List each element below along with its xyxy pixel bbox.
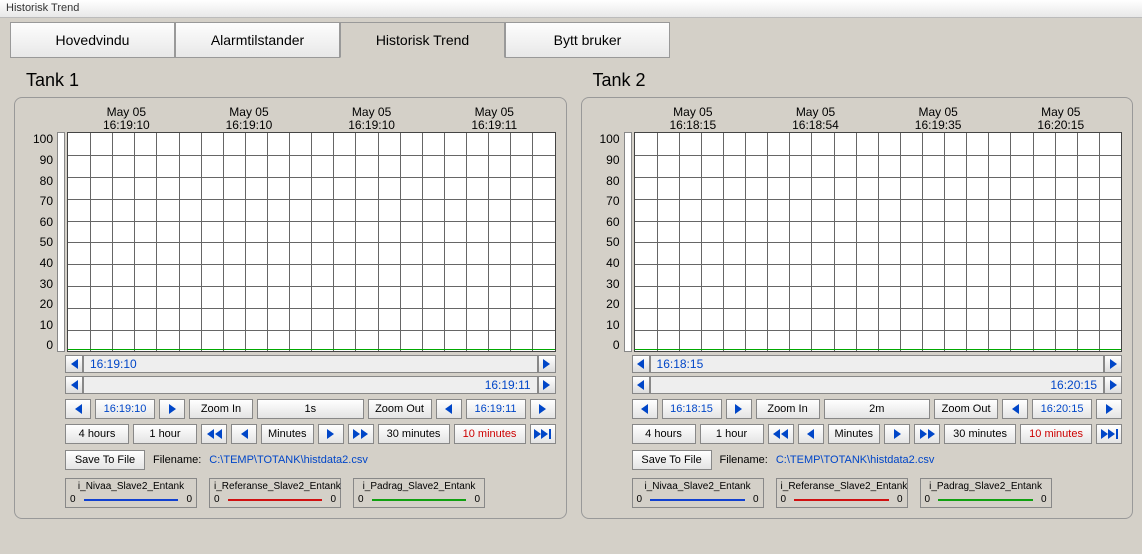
range-1hour-button[interactable]: 1 hour xyxy=(133,424,197,444)
minutes-label: Minutes xyxy=(261,424,314,444)
legend-item: i_Padrag_Slave2_Entank 00 xyxy=(353,478,485,508)
range-10min-button[interactable]: 10 minutes xyxy=(454,424,526,444)
range-30min-button[interactable]: 30 minutes xyxy=(378,424,450,444)
scroll2-left-button[interactable] xyxy=(65,376,83,394)
forward-button[interactable] xyxy=(318,424,344,444)
zoom-out-button[interactable]: Zoom Out xyxy=(368,399,432,419)
forward-fast-button[interactable] xyxy=(914,424,940,444)
nav-start-time[interactable]: 16:19:10 xyxy=(95,399,155,419)
filename-path: C:\TEMP\TOTANK\histdata2.csv xyxy=(776,454,935,466)
save-to-file-button[interactable]: Save To File xyxy=(65,450,145,470)
scroll2-right-button[interactable] xyxy=(1104,376,1122,394)
legend-item: i_Referanse_Slave2_Entank 00 xyxy=(776,478,908,508)
scroll-left-button[interactable] xyxy=(65,355,83,373)
rewind-button[interactable] xyxy=(798,424,824,444)
legend-item: i_Referanse_Slave2_Entank 00 xyxy=(209,478,341,508)
scroll2-right-button[interactable] xyxy=(538,376,556,394)
x-axis-labels: May 0516:19:10May 0516:19:10May 0516:19:… xyxy=(65,106,556,132)
filename-label: Filename: xyxy=(153,454,201,466)
scroll-left-button[interactable] xyxy=(632,355,650,373)
forward-fast-button[interactable] xyxy=(348,424,374,444)
y-axis-labels: 1009080706050403020100 xyxy=(592,132,624,352)
zoom-in-button[interactable]: Zoom In xyxy=(189,399,253,419)
legend-name: i_Padrag_Slave2_Entank xyxy=(358,481,480,492)
zoom-span-display: 1s xyxy=(257,399,364,419)
panel-title: Tank 2 xyxy=(593,70,1134,91)
legend-row: i_Nivaa_Slave2_Entank 00 i_Referanse_Sla… xyxy=(65,478,556,508)
scroll-end-track[interactable]: 16:20:15 xyxy=(650,376,1105,394)
filename-label: Filename: xyxy=(720,454,768,466)
scroll-right-button[interactable] xyxy=(538,355,556,373)
tab-bar: Hovedvindu Alarmtilstander Historisk Tre… xyxy=(10,22,1132,58)
scroll-start-track[interactable]: 16:19:10 xyxy=(83,355,538,373)
level-bar xyxy=(624,132,632,352)
legend-item: i_Nivaa_Slave2_Entank 00 xyxy=(65,478,197,508)
window-title: Historisk Trend xyxy=(0,0,1142,18)
scroll-right-button[interactable] xyxy=(1104,355,1122,373)
rewind-button[interactable] xyxy=(231,424,257,444)
nav-end-next-button[interactable] xyxy=(1096,399,1122,419)
forward-button[interactable] xyxy=(884,424,910,444)
level-bar xyxy=(57,132,65,352)
range-30min-button[interactable]: 30 minutes xyxy=(944,424,1016,444)
skip-to-end-button[interactable] xyxy=(530,424,556,444)
range-4hours-button[interactable]: 4 hours xyxy=(632,424,696,444)
rewind-fast-button[interactable] xyxy=(201,424,227,444)
legend-row: i_Nivaa_Slave2_Entank 00 i_Referanse_Sla… xyxy=(632,478,1123,508)
skip-to-end-button[interactable] xyxy=(1096,424,1122,444)
filename-path: C:\TEMP\TOTANK\histdata2.csv xyxy=(209,454,368,466)
nav-start-prev-button[interactable] xyxy=(65,399,91,419)
legend-name: i_Nivaa_Slave2_Entank xyxy=(70,481,192,492)
zoom-in-button[interactable]: Zoom In xyxy=(756,399,820,419)
y-axis-labels: 1009080706050403020100 xyxy=(25,132,57,352)
zoom-out-button[interactable]: Zoom Out xyxy=(934,399,998,419)
nav-end-next-button[interactable] xyxy=(530,399,556,419)
minutes-label: Minutes xyxy=(828,424,881,444)
rewind-fast-button[interactable] xyxy=(768,424,794,444)
chart-grid xyxy=(67,132,556,352)
x-axis-labels: May 0516:18:15May 0516:18:54May 0516:19:… xyxy=(632,106,1123,132)
scroll2-left-button[interactable] xyxy=(632,376,650,394)
legend-name: i_Referanse_Slave2_Entank xyxy=(781,481,903,492)
legend-name: i_Nivaa_Slave2_Entank xyxy=(637,481,759,492)
nav-start-next-button[interactable] xyxy=(159,399,185,419)
legend-item: i_Nivaa_Slave2_Entank 00 xyxy=(632,478,764,508)
zoom-span-display: 2m xyxy=(824,399,931,419)
panel-title: Tank 1 xyxy=(26,70,567,91)
tank-panel-1: Tank 1 May 0516:19:10May 0516:19:10May 0… xyxy=(14,66,567,519)
nav-end-time[interactable]: 16:19:11 xyxy=(466,399,526,419)
legend-name: i_Referanse_Slave2_Entank xyxy=(214,481,336,492)
range-1hour-button[interactable]: 1 hour xyxy=(700,424,764,444)
nav-end-time[interactable]: 16:20:15 xyxy=(1032,399,1092,419)
tab-bytt-bruker[interactable]: Bytt bruker xyxy=(505,22,670,58)
range-4hours-button[interactable]: 4 hours xyxy=(65,424,129,444)
nav-end-prev-button[interactable] xyxy=(1002,399,1028,419)
nav-end-prev-button[interactable] xyxy=(436,399,462,419)
nav-start-time[interactable]: 16:18:15 xyxy=(662,399,722,419)
tab-alarmtilstander[interactable]: Alarmtilstander xyxy=(175,22,340,58)
chart-grid xyxy=(634,132,1123,352)
tab-hovedvindu[interactable]: Hovedvindu xyxy=(10,22,175,58)
legend-name: i_Padrag_Slave2_Entank xyxy=(925,481,1047,492)
scroll-start-track[interactable]: 16:18:15 xyxy=(650,355,1105,373)
scroll-end-track[interactable]: 16:19:11 xyxy=(83,376,538,394)
range-10min-button[interactable]: 10 minutes xyxy=(1020,424,1092,444)
tab-historisk-trend[interactable]: Historisk Trend xyxy=(340,22,505,58)
save-to-file-button[interactable]: Save To File xyxy=(632,450,712,470)
nav-start-prev-button[interactable] xyxy=(632,399,658,419)
legend-item: i_Padrag_Slave2_Entank 00 xyxy=(920,478,1052,508)
nav-start-next-button[interactable] xyxy=(726,399,752,419)
tank-panel-2: Tank 2 May 0516:18:15May 0516:18:54May 0… xyxy=(581,66,1134,519)
